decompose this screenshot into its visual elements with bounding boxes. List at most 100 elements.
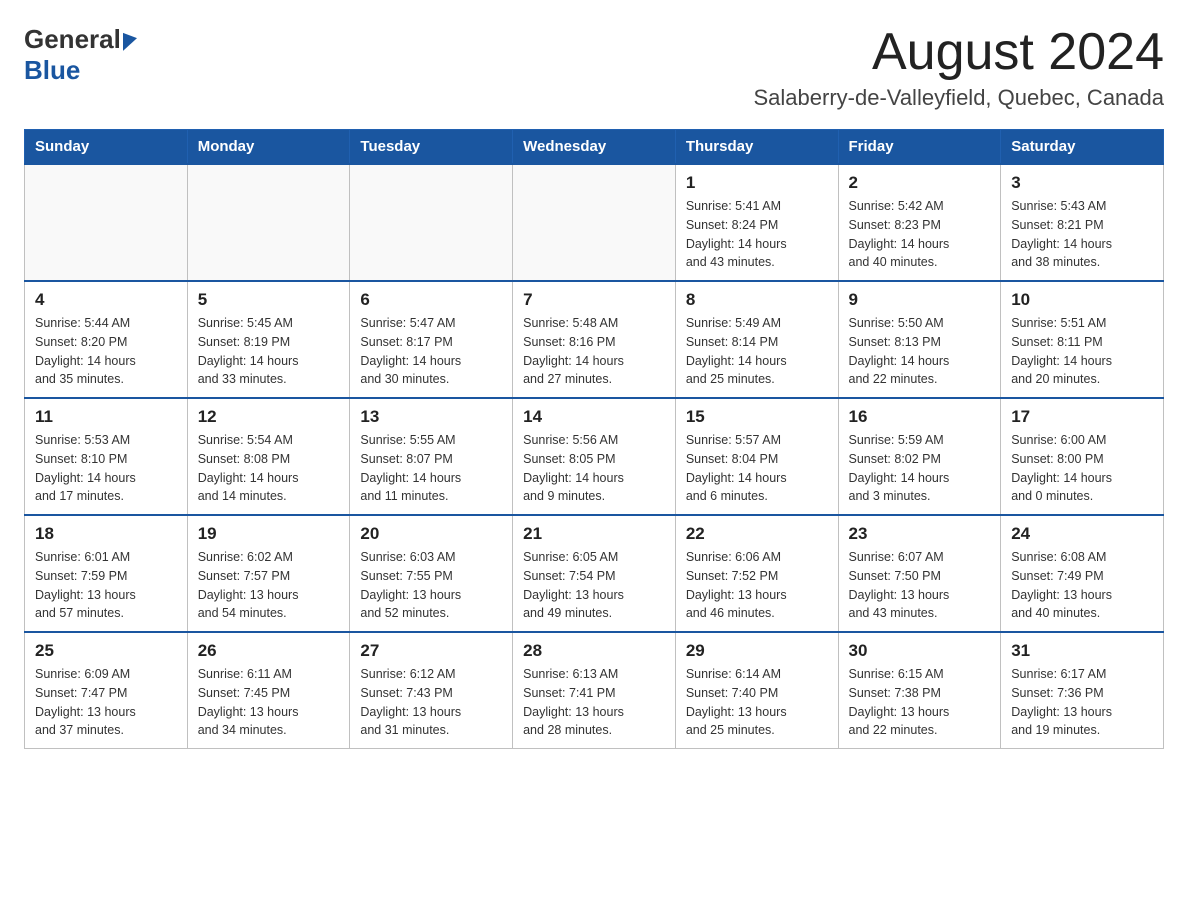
day-info: Sunrise: 5:48 AM Sunset: 8:16 PM Dayligh…	[523, 314, 665, 389]
day-info: Sunrise: 6:05 AM Sunset: 7:54 PM Dayligh…	[523, 548, 665, 623]
calendar-cell	[513, 164, 676, 281]
day-info: Sunrise: 6:11 AM Sunset: 7:45 PM Dayligh…	[198, 665, 340, 740]
calendar-cell: 17Sunrise: 6:00 AM Sunset: 8:00 PM Dayli…	[1001, 398, 1164, 515]
month-title: August 2024	[754, 24, 1165, 81]
day-info: Sunrise: 6:09 AM Sunset: 7:47 PM Dayligh…	[35, 665, 177, 740]
day-info: Sunrise: 6:12 AM Sunset: 7:43 PM Dayligh…	[360, 665, 502, 740]
day-number: 20	[360, 524, 502, 544]
title-area: August 2024 Salaberry-de-Valleyfield, Qu…	[754, 24, 1165, 111]
day-number: 16	[849, 407, 991, 427]
calendar-cell: 30 Sunrise: 6:15 AM Sunset: 7:38 PM Dayli…	[838, 632, 1001, 749]
header-thursday: Thursday	[675, 130, 838, 165]
header-tuesday: Tuesday	[350, 130, 513, 165]
day-info: Sunrise: 6:07 AM Sunset: 7:50 PM Dayligh…	[849, 548, 991, 623]
calendar-cell: 19 Sunrise: 6:02 AM Sunset: 7:57 PM Dayli…	[187, 515, 350, 632]
day-info: Sunrise: 5:45 AM Sunset: 8:19 PM Dayligh…	[198, 314, 340, 389]
calendar-cell: 2Sunrise: 5:42 AM Sunset: 8:23 PM Daylig…	[838, 164, 1001, 281]
day-info: Sunrise: 5:44 AM Sunset: 8:20 PM Dayligh…	[35, 314, 177, 389]
header-wednesday: Wednesday	[513, 130, 676, 165]
logo: General Blue	[24, 24, 139, 86]
day-info: Sunrise: 6:08 AM Sunset: 7:49 PM Dayligh…	[1011, 548, 1153, 623]
day-info: Sunrise: 6:13 AM Sunset: 7:41 PM Dayligh…	[523, 665, 665, 740]
day-number: 24	[1011, 524, 1153, 544]
location-title: Salaberry-de-Valleyfield, Quebec, Canada	[754, 85, 1165, 111]
header-sunday: Sunday	[25, 130, 188, 165]
calendar-cell: 12 Sunrise: 5:54 AM Sunset: 8:08 PM Dayli…	[187, 398, 350, 515]
day-number: 8	[686, 290, 828, 310]
calendar-cell: 10 Sunrise: 5:51 AM Sunset: 8:11 PM Dayli…	[1001, 281, 1164, 398]
day-info: Sunrise: 5:54 AM Sunset: 8:08 PM Dayligh…	[198, 431, 340, 506]
day-info: Sunrise: 5:51 AM Sunset: 8:11 PM Dayligh…	[1011, 314, 1153, 389]
calendar-cell: 5 Sunrise: 5:45 AM Sunset: 8:19 PM Daylig…	[187, 281, 350, 398]
day-number: 9	[849, 290, 991, 310]
day-number: 18	[35, 524, 177, 544]
calendar-cell: 4 Sunrise: 5:44 AM Sunset: 8:20 PM Daylig…	[25, 281, 188, 398]
calendar-cell: 29Sunrise: 6:14 AM Sunset: 7:40 PM Dayli…	[675, 632, 838, 749]
calendar-cell: 27 Sunrise: 6:12 AM Sunset: 7:43 PM Dayli…	[350, 632, 513, 749]
day-info: Sunrise: 6:17 AM Sunset: 7:36 PM Dayligh…	[1011, 665, 1153, 740]
calendar-cell: 13Sunrise: 5:55 AM Sunset: 8:07 PM Dayli…	[350, 398, 513, 515]
calendar-cell: 9 Sunrise: 5:50 AM Sunset: 8:13 PM Daylig…	[838, 281, 1001, 398]
logo-general-text: General	[24, 24, 121, 55]
day-number: 31	[1011, 641, 1153, 661]
calendar-cell: 6 Sunrise: 5:47 AM Sunset: 8:17 PM Daylig…	[350, 281, 513, 398]
day-number: 21	[523, 524, 665, 544]
calendar-cell: 11 Sunrise: 5:53 AM Sunset: 8:10 PM Dayli…	[25, 398, 188, 515]
day-info: Sunrise: 5:49 AM Sunset: 8:14 PM Dayligh…	[686, 314, 828, 389]
day-number: 30	[849, 641, 991, 661]
calendar-cell: 14Sunrise: 5:56 AM Sunset: 8:05 PM Dayli…	[513, 398, 676, 515]
day-number: 19	[198, 524, 340, 544]
day-info: Sunrise: 5:47 AM Sunset: 8:17 PM Dayligh…	[360, 314, 502, 389]
calendar-cell: 18Sunrise: 6:01 AM Sunset: 7:59 PM Dayli…	[25, 515, 188, 632]
day-number: 28	[523, 641, 665, 661]
day-number: 5	[198, 290, 340, 310]
day-info: Sunrise: 5:57 AM Sunset: 8:04 PM Dayligh…	[686, 431, 828, 506]
day-number: 12	[198, 407, 340, 427]
calendar-cell: 8 Sunrise: 5:49 AM Sunset: 8:14 PM Daylig…	[675, 281, 838, 398]
calendar-cell: 1 Sunrise: 5:41 AM Sunset: 8:24 PM Daylig…	[675, 164, 838, 281]
week-row-3: 11 Sunrise: 5:53 AM Sunset: 8:10 PM Dayli…	[25, 398, 1164, 515]
day-number: 25	[35, 641, 177, 661]
day-number: 4	[35, 290, 177, 310]
day-info: Sunrise: 6:02 AM Sunset: 7:57 PM Dayligh…	[198, 548, 340, 623]
day-number: 27	[360, 641, 502, 661]
day-number: 3	[1011, 173, 1153, 193]
calendar-cell: 20 Sunrise: 6:03 AM Sunset: 7:55 PM Dayli…	[350, 515, 513, 632]
week-row-5: 25 Sunrise: 6:09 AM Sunset: 7:47 PM Dayli…	[25, 632, 1164, 749]
day-info: Sunrise: 5:55 AM Sunset: 8:07 PM Dayligh…	[360, 431, 502, 506]
calendar-cell: 23 Sunrise: 6:07 AM Sunset: 7:50 PM Dayli…	[838, 515, 1001, 632]
calendar-cell: 31 Sunrise: 6:17 AM Sunset: 7:36 PM Dayli…	[1001, 632, 1164, 749]
day-number: 22	[686, 524, 828, 544]
page-header: General Blue August 2024 Salaberry-de-Va…	[24, 24, 1164, 111]
day-info: Sunrise: 5:42 AM Sunset: 8:23 PM Dayligh…	[849, 197, 991, 272]
day-info: Sunrise: 6:03 AM Sunset: 7:55 PM Dayligh…	[360, 548, 502, 623]
calendar-table: Sunday Monday Tuesday Wednesday Thursday…	[24, 129, 1164, 749]
day-info: Sunrise: 5:41 AM Sunset: 8:24 PM Dayligh…	[686, 197, 828, 272]
calendar-cell: 26 Sunrise: 6:11 AM Sunset: 7:45 PM Dayli…	[187, 632, 350, 749]
day-info: Sunrise: 6:06 AM Sunset: 7:52 PM Dayligh…	[686, 548, 828, 623]
day-info: Sunrise: 5:50 AM Sunset: 8:13 PM Dayligh…	[849, 314, 991, 389]
day-info: Sunrise: 5:53 AM Sunset: 8:10 PM Dayligh…	[35, 431, 177, 506]
calendar-cell: 25 Sunrise: 6:09 AM Sunset: 7:47 PM Dayli…	[25, 632, 188, 749]
header-friday: Friday	[838, 130, 1001, 165]
calendar-cell: 16Sunrise: 5:59 AM Sunset: 8:02 PM Dayli…	[838, 398, 1001, 515]
calendar-cell	[350, 164, 513, 281]
day-number: 1	[686, 173, 828, 193]
day-number: 26	[198, 641, 340, 661]
day-number: 10	[1011, 290, 1153, 310]
calendar-cell	[187, 164, 350, 281]
day-number: 6	[360, 290, 502, 310]
calendar-cell: 7 Sunrise: 5:48 AM Sunset: 8:16 PM Daylig…	[513, 281, 676, 398]
calendar-cell: 22 Sunrise: 6:06 AM Sunset: 7:52 PM Dayli…	[675, 515, 838, 632]
day-info: Sunrise: 6:15 AM Sunset: 7:38 PM Dayligh…	[849, 665, 991, 740]
day-number: 29	[686, 641, 828, 661]
week-row-4: 18Sunrise: 6:01 AM Sunset: 7:59 PM Dayli…	[25, 515, 1164, 632]
day-number: 15	[686, 407, 828, 427]
weekday-header-row: Sunday Monday Tuesday Wednesday Thursday…	[25, 130, 1164, 165]
day-number: 23	[849, 524, 991, 544]
day-number: 11	[35, 407, 177, 427]
logo-blue-text: Blue	[24, 55, 80, 86]
day-info: Sunrise: 5:43 AM Sunset: 8:21 PM Dayligh…	[1011, 197, 1153, 272]
day-number: 7	[523, 290, 665, 310]
day-number: 17	[1011, 407, 1153, 427]
